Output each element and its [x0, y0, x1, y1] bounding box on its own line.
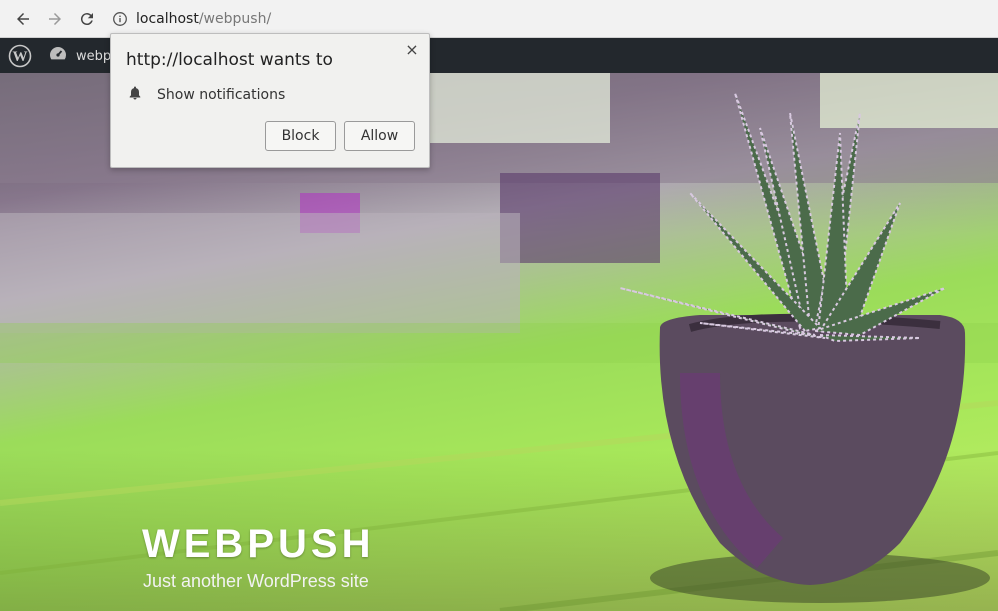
notification-permission-dialog: http://localhost wants to × Show notific… [110, 33, 430, 168]
wordpress-logo-icon[interactable]: W [8, 44, 32, 68]
info-icon[interactable] [112, 11, 128, 27]
allow-button[interactable]: Allow [344, 121, 415, 151]
forward-arrow-icon[interactable] [43, 7, 67, 31]
address-bar[interactable]: localhost/webpush/ [112, 6, 532, 32]
site-title[interactable]: WEBPUSH [142, 522, 374, 567]
bell-icon [127, 85, 157, 105]
dialog-heading: http://localhost wants to [126, 50, 333, 70]
permission-row: Show notifications [127, 85, 285, 105]
svg-text:W: W [13, 49, 28, 65]
permission-label: Show notifications [157, 87, 286, 103]
reload-icon[interactable] [75, 7, 99, 31]
url-host: localhost [136, 11, 199, 27]
url-path: /webpush/ [198, 11, 272, 27]
back-arrow-icon[interactable] [11, 7, 35, 31]
dashboard-gauge-icon [48, 44, 76, 68]
site-tagline: Just another WordPress site [143, 571, 369, 591]
site-name-link: webp [76, 48, 112, 64]
close-icon[interactable]: × [403, 40, 421, 59]
admin-bar-site-link[interactable]: webp [48, 44, 111, 68]
block-button[interactable]: Block [265, 121, 336, 151]
